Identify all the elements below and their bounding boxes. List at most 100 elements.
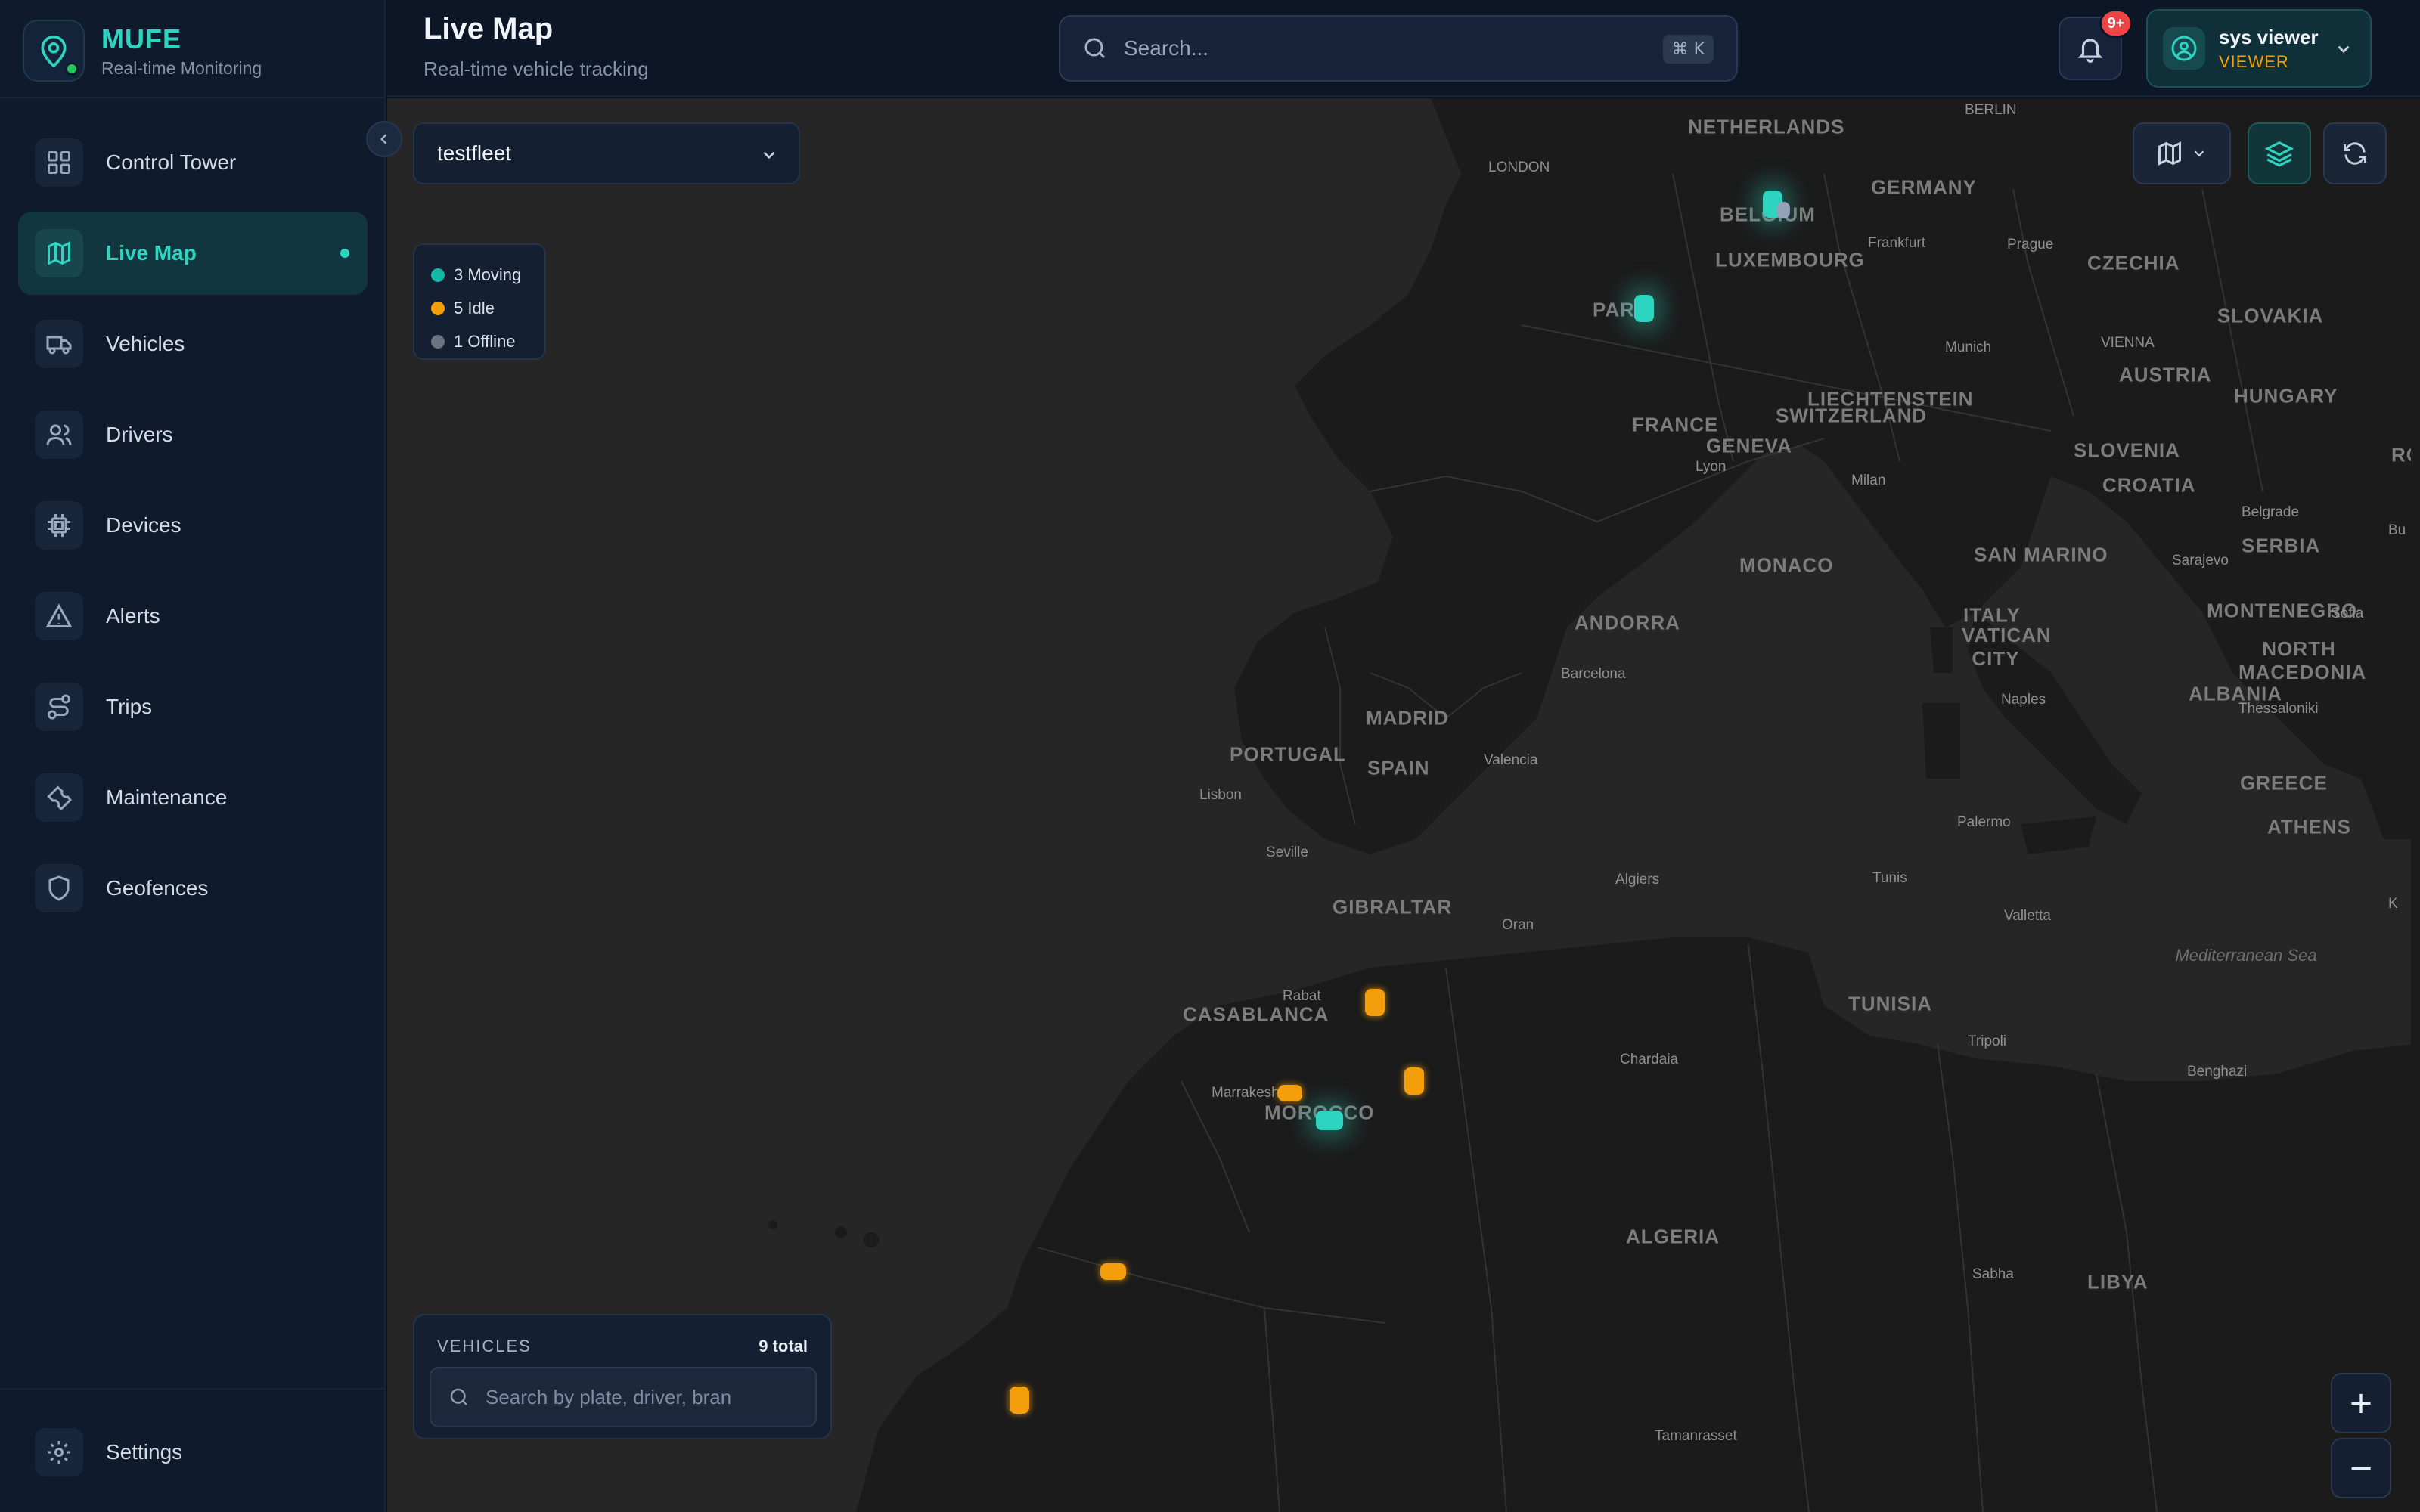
map-label-city: Seville xyxy=(1266,844,1308,860)
vehicle-marker-idle[interactable] xyxy=(1404,1067,1424,1095)
map-label-city: Palermo xyxy=(1957,814,2011,830)
sidebar-item-geofences[interactable]: Geofences xyxy=(18,847,368,930)
map-label-country: ALGERIA xyxy=(1626,1225,1720,1248)
vehicle-marker-idle[interactable] xyxy=(1010,1387,1029,1414)
map-label-city: Prague xyxy=(2007,237,2054,253)
vehicle-search-input[interactable]: Search by plate, driver, bran xyxy=(430,1367,817,1427)
sidebar-item-control-tower[interactable]: Control Tower xyxy=(18,121,368,204)
zoom-out-button[interactable]: − xyxy=(2331,1438,2391,1498)
map-style-button[interactable] xyxy=(2133,122,2231,184)
sidebar-item-label: Alerts xyxy=(106,604,160,627)
sidebar-nav: Control Tower Live Map Vehicles Drivers xyxy=(18,121,368,937)
active-indicator-dot xyxy=(340,249,349,258)
map-label-city: Milan xyxy=(1851,472,1886,488)
user-avatar-icon xyxy=(2163,27,2205,70)
map-label-city: Tamanrasset xyxy=(1655,1428,1737,1444)
collapse-sidebar-button[interactable] xyxy=(366,121,402,157)
sidebar-item-label: Trips xyxy=(106,695,153,718)
map-label-city: Sarajevo xyxy=(2172,553,2229,569)
map-label-city: Tunis xyxy=(1872,870,1907,886)
sidebar: MUFE Real-time Monitoring Control Tower … xyxy=(0,0,386,1512)
map-label-country: HUNGARY xyxy=(2234,384,2338,407)
map-label-city: Barcelona xyxy=(1561,666,1626,682)
refresh-button[interactable] xyxy=(2323,122,2387,184)
map-label-city: Algiers xyxy=(1615,872,1660,888)
map-label-country: CZECHIA xyxy=(2087,251,2180,274)
map-label-city: BERLIN xyxy=(1965,102,2017,118)
sidebar-divider xyxy=(0,97,384,98)
map-label-sea: Mediterranean Sea xyxy=(2175,946,2317,965)
bell-icon xyxy=(2077,39,2103,63)
legend-dot xyxy=(431,302,445,315)
vehicle-marker-idle[interactable] xyxy=(1100,1263,1126,1280)
keyboard-shortcut-hint: ⌘ K xyxy=(1662,35,1714,64)
brand-logo xyxy=(23,20,85,82)
map-label-city: Lyon xyxy=(1696,459,1727,475)
map-label-city: K xyxy=(2388,896,2398,912)
map-label-city: Belgrade xyxy=(2242,504,2300,520)
vehicle-marker-offline[interactable] xyxy=(1776,202,1790,218)
vehicle-marker-idle[interactable] xyxy=(1278,1085,1302,1101)
alert-triangle-icon xyxy=(35,592,83,640)
map-label-city: Oran xyxy=(1502,917,1534,933)
map-label-country: TUNISIA xyxy=(1848,992,1932,1015)
chip-icon xyxy=(35,501,83,550)
map-label-country: ANDORRA xyxy=(1575,611,1680,634)
vehicles-panel-title: VEHICLES xyxy=(437,1337,532,1356)
legend-label: 3 Moving xyxy=(454,265,522,284)
map-label-city: Frankfurt xyxy=(1868,235,1926,251)
location-pin-icon xyxy=(41,35,67,68)
legend-item-offline: 1 Offline xyxy=(431,325,544,358)
map-label-city: Lisbon xyxy=(1199,787,1242,803)
global-search-input[interactable]: Search... ⌘ K xyxy=(1059,15,1738,82)
brand-subtitle: Real-time Monitoring xyxy=(101,57,262,78)
page-subtitle: Real-time vehicle tracking xyxy=(424,57,649,80)
legend-label: 1 Offline xyxy=(454,332,516,351)
fleet-selector[interactable]: testfleet xyxy=(413,122,800,184)
user-menu-button[interactable]: sys viewer VIEWER xyxy=(2146,9,2372,88)
fleet-selected-value: testfleet xyxy=(437,141,512,165)
brand-name: MUFE xyxy=(101,23,182,54)
map-label-city: Munich xyxy=(1945,339,1992,355)
map-label-country: SWITZERLAND xyxy=(1776,404,1928,427)
user-role: VIEWER xyxy=(2219,51,2289,71)
map-label-country: SERBIA xyxy=(2242,534,2321,557)
map-label-city: Bu xyxy=(2388,522,2406,538)
map-label-country: LUXEMBOURG xyxy=(1715,248,1865,271)
route-icon xyxy=(35,683,83,731)
map-icon xyxy=(2158,141,2181,166)
vehicle-marker-moving[interactable] xyxy=(1634,295,1654,322)
sidebar-item-vehicles[interactable]: Vehicles xyxy=(18,302,368,386)
map-scrollbar[interactable] xyxy=(2411,98,2420,1512)
sidebar-item-alerts[interactable]: Alerts xyxy=(18,575,368,658)
vehicle-marker-moving[interactable] xyxy=(1316,1111,1343,1130)
search-icon xyxy=(1084,38,1106,59)
sidebar-item-settings[interactable]: Settings xyxy=(18,1411,368,1494)
brand: MUFE Real-time Monitoring xyxy=(23,17,262,85)
map-label-city: Marrakesh xyxy=(1212,1085,1280,1101)
users-icon xyxy=(35,411,83,459)
sidebar-item-drivers[interactable]: Drivers xyxy=(18,393,368,476)
chevron-down-icon xyxy=(2338,45,2350,54)
search-placeholder: Search... xyxy=(1124,36,1209,60)
map-label-country: AUSTRIA xyxy=(2119,363,2212,386)
map-label-country: SLOVENIA xyxy=(2074,438,2180,462)
layers-toggle-button[interactable] xyxy=(2248,122,2311,184)
live-map[interactable]: NETHERLANDS BERLIN LONDON BELGIUM GERMAN… xyxy=(387,98,2420,1512)
sidebar-item-live-map[interactable]: Live Map xyxy=(18,212,368,295)
map-label-country: NORTH MACEDONIA xyxy=(2238,637,2367,683)
sidebar-item-maintenance[interactable]: Maintenance xyxy=(18,756,368,839)
settings-label: Settings xyxy=(106,1440,183,1464)
vehicle-marker-idle[interactable] xyxy=(1365,989,1385,1016)
sidebar-item-devices[interactable]: Devices xyxy=(18,484,368,567)
notifications-button[interactable]: 9+ xyxy=(2059,9,2133,80)
map-label-city: Valletta xyxy=(2004,908,2051,924)
map-label-country: NETHERLANDS xyxy=(1688,115,1845,138)
page-title: Live Map xyxy=(424,12,554,45)
map-label-city: Tripoli xyxy=(1968,1033,2007,1049)
map-label-country: GERMANY xyxy=(1871,175,1977,199)
sidebar-item-trips[interactable]: Trips xyxy=(18,665,368,748)
zoom-in-button[interactable]: + xyxy=(2331,1373,2391,1433)
map-label-country: SPAIN xyxy=(1367,756,1430,779)
map-label-city: VIENNA xyxy=(2101,335,2155,351)
